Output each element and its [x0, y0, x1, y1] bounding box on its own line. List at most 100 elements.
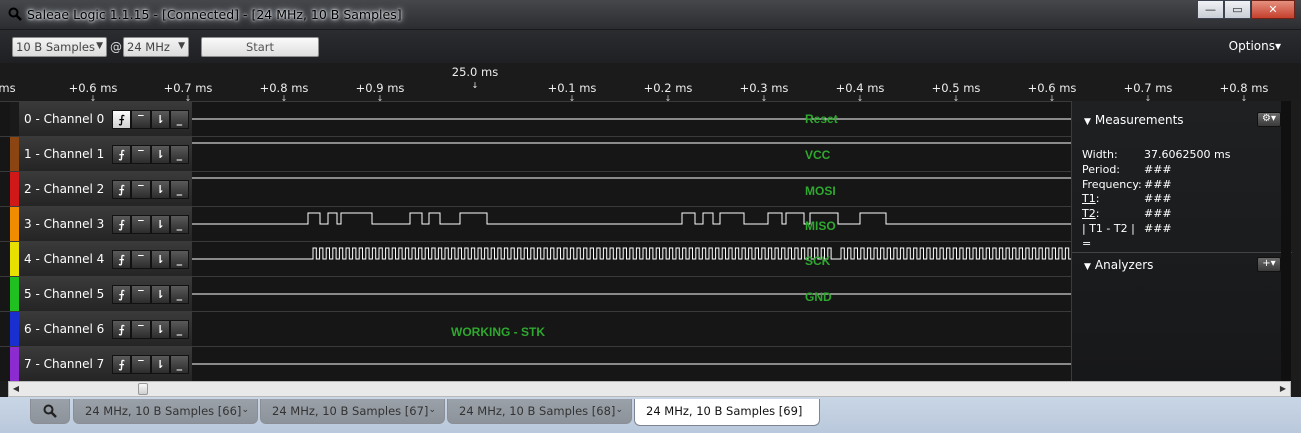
- scroll-right-icon[interactable]: ▶: [1276, 382, 1290, 396]
- channel-color-strip: [10, 242, 19, 277]
- high-level-trigger-icon[interactable]: ‾: [131, 250, 151, 269]
- channel-trace[interactable]: [192, 347, 1071, 382]
- channel-list: 0 - Channel 0 ⨍ ‾ ⇂ _ Reset 1 - Channel …: [0, 101, 1071, 382]
- trigger-buttons: ⨍ ‾ ⇂ _: [112, 250, 189, 269]
- channel-color-strip: [10, 312, 19, 347]
- channel-row: 6 - Channel 6 ⨍ ‾ ⇂ _ WORKING - STK: [0, 311, 1071, 347]
- rising-edge-trigger-icon[interactable]: ⨍: [112, 355, 132, 374]
- rising-edge-trigger-icon[interactable]: ⨍: [112, 285, 132, 304]
- chevron-down-icon[interactable]: ⌄: [241, 405, 249, 415]
- channel-trace[interactable]: [192, 277, 1071, 312]
- low-level-trigger-icon[interactable]: _: [169, 320, 189, 339]
- measurement-row: Frequency: ###: [1082, 177, 1172, 191]
- options-menu[interactable]: Options▾: [1229, 39, 1281, 53]
- measurements-header[interactable]: ▼ Measurements: [1084, 113, 1184, 127]
- trace-svg: [192, 177, 1071, 179]
- ruler-tick: +0.7 ms ↓: [1123, 81, 1173, 103]
- channel-annotation: SCK: [805, 254, 831, 268]
- sample-count-value: 10 B Samples: [16, 40, 95, 54]
- search-tab[interactable]: [30, 399, 70, 424]
- rising-edge-trigger-icon[interactable]: ⨍: [112, 145, 132, 164]
- high-level-trigger-icon[interactable]: ‾: [131, 215, 151, 234]
- low-level-trigger-icon[interactable]: _: [169, 145, 189, 164]
- sample-rate-value: 24 MHz: [127, 40, 170, 54]
- channel-color-strip: [10, 347, 19, 382]
- low-level-trigger-icon[interactable]: _: [169, 215, 189, 234]
- channel-trace[interactable]: [192, 137, 1071, 172]
- analyzers-header[interactable]: ▼ Analyzers: [1084, 258, 1153, 272]
- high-level-trigger-icon[interactable]: ‾: [131, 320, 151, 339]
- horizontal-scrollbar[interactable]: ◀ ▶: [8, 381, 1291, 397]
- channel-trace[interactable]: [192, 207, 1071, 242]
- session-tab[interactable]: 24 MHz, 10 B Samples [67] ⌄: [260, 399, 445, 424]
- chevron-down-icon[interactable]: ⌄: [615, 405, 623, 415]
- sample-count-select[interactable]: 10 B Samples ▼: [12, 37, 107, 57]
- side-panel-scrollbar[interactable]: [1281, 101, 1291, 381]
- rising-edge-trigger-icon[interactable]: ⨍: [112, 320, 132, 339]
- waveform: [192, 212, 1071, 225]
- session-tab-bar: 24 MHz, 10 B Samples [66] ⌄ 24 MHz, 10 B …: [0, 397, 1301, 433]
- channel-row: 3 - Channel 3 ⨍ ‾ ⇂ _ MISO: [0, 206, 1071, 242]
- ruler-tick: +0.8 ms ↓: [1219, 81, 1269, 103]
- scroll-left-icon[interactable]: ◀: [9, 382, 23, 396]
- chevron-down-icon[interactable]: ⌄: [428, 405, 436, 415]
- high-level-trigger-icon[interactable]: ‾: [131, 180, 151, 199]
- falling-edge-trigger-icon[interactable]: ⇂: [150, 215, 170, 234]
- channel-row: 0 - Channel 0 ⨍ ‾ ⇂ _ Reset: [0, 101, 1071, 137]
- falling-edge-trigger-icon[interactable]: ⇂: [150, 145, 170, 164]
- measurement-row: Period: ###: [1082, 162, 1172, 176]
- falling-edge-trigger-icon[interactable]: ⇂: [150, 180, 170, 199]
- ruler-tick: +0.2 ms ↓: [643, 81, 693, 103]
- session-tab[interactable]: 24 MHz, 10 B Samples [68] ⌄: [447, 399, 632, 424]
- measurement-row: T1: ###: [1082, 192, 1172, 206]
- gear-icon[interactable]: ⚙▾: [1257, 112, 1281, 127]
- minimize-button[interactable]: —: [1197, 0, 1224, 19]
- high-level-trigger-icon[interactable]: ‾: [131, 145, 151, 164]
- channel-annotation: WORKING - STK: [451, 325, 545, 339]
- trigger-buttons: ⨍ ‾ ⇂ _: [112, 320, 189, 339]
- channel-row: 2 - Channel 2 ⨍ ‾ ⇂ _ MOSI: [0, 171, 1071, 207]
- high-level-trigger-icon[interactable]: ‾: [131, 110, 151, 129]
- scroll-thumb[interactable]: [138, 383, 148, 395]
- collapse-triangle-icon: ▼: [1084, 117, 1091, 127]
- at-label: @: [110, 40, 122, 54]
- falling-edge-trigger-icon[interactable]: ⇂: [150, 110, 170, 129]
- ruler-tick: +0.3 ms ↓: [739, 81, 789, 103]
- channel-trace[interactable]: [192, 172, 1071, 207]
- add-analyzer-button[interactable]: +▾: [1257, 257, 1281, 272]
- session-tab[interactable]: 24 MHz, 10 B Samples [66] ⌄: [73, 399, 258, 424]
- falling-edge-trigger-icon[interactable]: ⇂: [150, 355, 170, 374]
- time-ruler[interactable]: ms 25.0 ms ↓ +0.6 ms ↓ +0.7 ms ↓ +0.8 ms ↓ +…: [0, 63, 1301, 103]
- channel-trace[interactable]: [192, 242, 1071, 277]
- capture-toolbar: 10 B Samples ▼ @ 24 MHz ▼ Start Options▾: [0, 30, 1301, 63]
- high-level-trigger-icon[interactable]: ‾: [131, 355, 151, 374]
- start-button[interactable]: Start: [201, 37, 319, 57]
- trace-svg: [192, 247, 1071, 260]
- maximize-button[interactable]: ▭: [1224, 0, 1251, 19]
- low-level-trigger-icon[interactable]: _: [169, 355, 189, 374]
- session-tab-active[interactable]: 24 MHz, 10 B Samples [69]: [634, 399, 820, 426]
- channel-color-strip: [10, 207, 19, 242]
- low-level-trigger-icon[interactable]: _: [169, 250, 189, 269]
- channel-trace[interactable]: [192, 102, 1071, 137]
- rising-edge-trigger-icon[interactable]: ⨍: [112, 250, 132, 269]
- channel-row: 4 - Channel 4 ⨍ ‾ ⇂ _ SCK: [0, 241, 1071, 277]
- ruler-tick: +0.7 ms ↓: [163, 81, 213, 103]
- falling-edge-trigger-icon[interactable]: ⇂: [150, 320, 170, 339]
- measurements-list: Width: 37.6062500 ms Period: ### Frequency…: [1082, 148, 1230, 252]
- close-button[interactable]: ✕: [1251, 0, 1295, 19]
- low-level-trigger-icon[interactable]: _: [169, 180, 189, 199]
- low-level-trigger-icon[interactable]: _: [169, 285, 189, 304]
- channel-trace[interactable]: [192, 312, 1071, 347]
- channel-color-strip: [10, 137, 19, 172]
- sample-rate-select[interactable]: 24 MHz ▼: [123, 37, 189, 57]
- high-level-trigger-icon[interactable]: ‾: [131, 285, 151, 304]
- rising-edge-trigger-icon[interactable]: ⨍: [112, 180, 132, 199]
- rising-edge-trigger-icon[interactable]: ⨍: [112, 110, 132, 129]
- falling-edge-trigger-icon[interactable]: ⇂: [150, 285, 170, 304]
- trace-svg: [192, 212, 1071, 225]
- rising-edge-trigger-icon[interactable]: ⨍: [112, 215, 132, 234]
- low-level-trigger-icon[interactable]: _: [169, 110, 189, 129]
- falling-edge-trigger-icon[interactable]: ⇂: [150, 250, 170, 269]
- trigger-buttons: ⨍ ‾ ⇂ _: [112, 110, 189, 129]
